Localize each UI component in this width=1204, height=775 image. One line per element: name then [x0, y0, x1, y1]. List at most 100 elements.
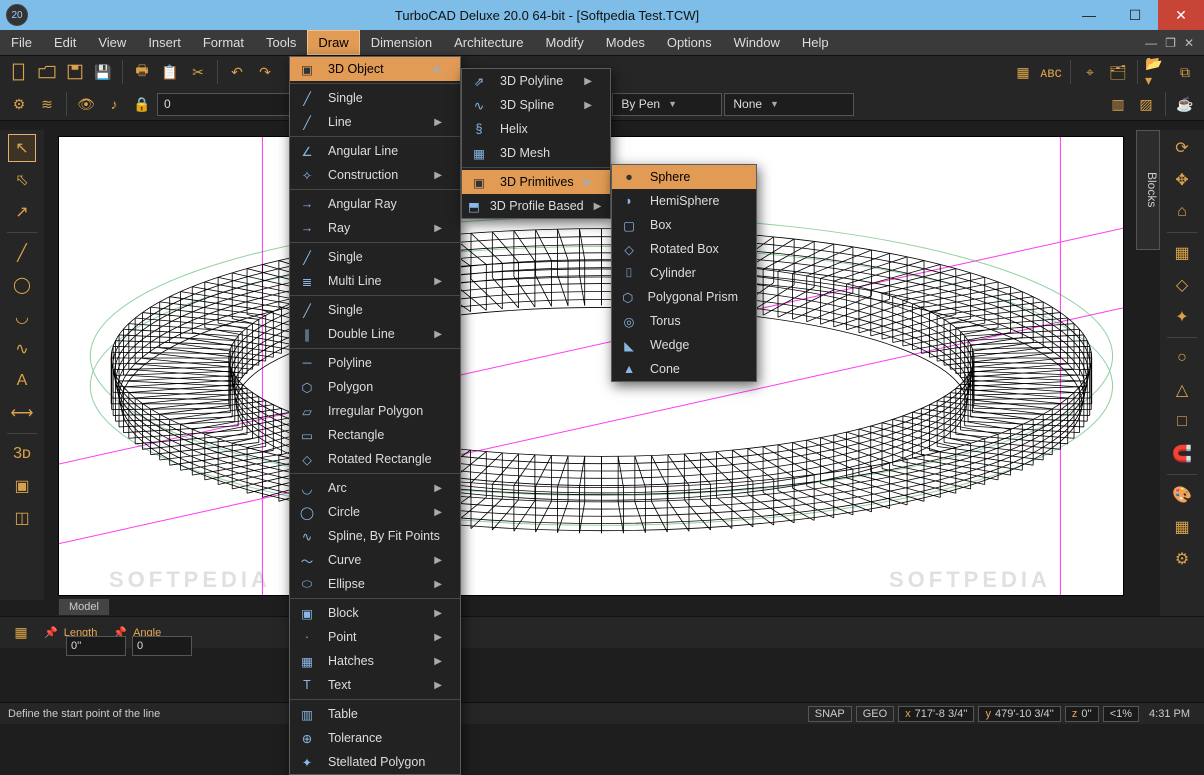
menu-item-polyline[interactable]: ─Polyline [290, 351, 460, 375]
eye-icon[interactable]: 👁 [73, 91, 99, 117]
lights-button[interactable]: ✦ [1168, 303, 1196, 331]
menu-item-3d-mesh[interactable]: ▦3D Mesh [462, 141, 610, 165]
pan-tool[interactable]: ✥ [1168, 166, 1196, 194]
pen-combo[interactable]: By Pen▼ [612, 93, 722, 116]
geo-toggle[interactable]: GEO [856, 706, 894, 722]
mdi-restore-button[interactable]: ❐ [1165, 36, 1176, 50]
new-file-button[interactable] [6, 59, 32, 85]
menu-options[interactable]: Options [656, 30, 723, 55]
inspector-grid-icon[interactable]: ▦ [8, 620, 34, 646]
print-button[interactable]: 🖶 [129, 59, 155, 85]
menu-insert[interactable]: Insert [137, 30, 192, 55]
menu-item-ray[interactable]: →Ray▶ [290, 216, 460, 240]
grid-toggle-button[interactable]: ▦ [1010, 59, 1036, 85]
menu-window[interactable]: Window [723, 30, 791, 55]
menu-item-irregular-polygon[interactable]: ▱Irregular Polygon [290, 399, 460, 423]
menu-item-3d-object[interactable]: ▣3D Object▶ [290, 57, 460, 81]
menu-format[interactable]: Format [192, 30, 255, 55]
menu-item-polygon[interactable]: ⬡Polygon [290, 375, 460, 399]
menu-item-single[interactable]: ╱Single [290, 86, 460, 110]
menu-item-3d-spline[interactable]: ∿3D Spline▶ [462, 93, 610, 117]
snap-toggle[interactable]: SNAP [808, 706, 852, 722]
menu-item-rotated-rectangle[interactable]: ◇Rotated Rectangle [290, 447, 460, 471]
menu-view[interactable]: View [87, 30, 137, 55]
coffee-icon[interactable]: ☕ [1172, 91, 1198, 117]
tab-model[interactable]: Model [58, 598, 110, 616]
menu-item-angular-ray[interactable]: →Angular Ray [290, 192, 460, 216]
settings-button[interactable]: ⚙ [6, 91, 32, 117]
window-maximize-button[interactable]: ☐ [1112, 0, 1158, 30]
menu-architecture[interactable]: Architecture [443, 30, 534, 55]
menu-item-single[interactable]: ╱Single [290, 245, 460, 269]
menu-item-3d-profile-based[interactable]: ⬒3D Profile Based▶ [462, 194, 610, 218]
menu-item-multi-line[interactable]: ≣Multi Line▶ [290, 269, 460, 293]
render-button[interactable]: ◇ [1168, 271, 1196, 299]
abc-button[interactable]: ᴀʙᴄ [1038, 59, 1064, 85]
pattern-1-button[interactable]: ▥ [1105, 91, 1131, 117]
menu-item-wedge[interactable]: ◣Wedge [612, 333, 756, 357]
menu-item-ellipse[interactable]: ⬭Ellipse▶ [290, 572, 460, 596]
menu-item-hemisphere[interactable]: ◗HemiSphere [612, 189, 756, 213]
open-library-button[interactable]: 📂▾ [1144, 59, 1170, 85]
line-tool[interactable]: ╱ [8, 239, 36, 267]
menu-help[interactable]: Help [791, 30, 840, 55]
layers-button[interactable]: ≋ [34, 91, 60, 117]
snap-center-icon[interactable]: ○ [1168, 344, 1196, 372]
menu-file[interactable]: File [0, 30, 43, 55]
length-field[interactable] [66, 636, 126, 656]
menu-item-rectangle[interactable]: ▭Rectangle [290, 423, 460, 447]
menu-item-cone[interactable]: ▲Cone [612, 357, 756, 381]
orbit-tool[interactable]: ⟳ [1168, 134, 1196, 162]
arc-tool[interactable]: ◡ [8, 303, 36, 331]
menu-item-sphere[interactable]: ●Sphere [612, 165, 756, 189]
window-minimize-button[interactable]: — [1066, 0, 1112, 30]
magnet-icon[interactable]: 🧲 [1168, 440, 1196, 468]
mdi-close-button[interactable]: ✕ [1184, 36, 1194, 50]
menu-tools[interactable]: Tools [255, 30, 307, 55]
menu-item-circle[interactable]: ◯Circle▶ [290, 500, 460, 524]
menu-item-point[interactable]: ·Point▶ [290, 625, 460, 649]
materials-button[interactable]: ▦ [1168, 239, 1196, 267]
layer-manager-button[interactable]: 🗂 [1105, 59, 1131, 85]
menu-modes[interactable]: Modes [595, 30, 656, 55]
menu-edit[interactable]: Edit [43, 30, 87, 55]
lock-icon[interactable]: 🔒 [129, 91, 155, 117]
menu-item-cylinder[interactable]: ⌷Cylinder [612, 261, 756, 285]
menu-modify[interactable]: Modify [535, 30, 595, 55]
menu-item-spline-by-fit-points[interactable]: ∿Spline, By Fit Points [290, 524, 460, 548]
menu-item-line[interactable]: ╱Line▶ [290, 110, 460, 134]
spline-tool[interactable]: ∿ [8, 335, 36, 363]
menu-item-stellated-polygon[interactable]: ✦Stellated Polygon [290, 750, 460, 774]
palette-button[interactable]: 🎨 [1168, 481, 1196, 509]
menu-draw[interactable]: Draw [307, 30, 359, 55]
pick-tool[interactable]: ↗ [8, 198, 36, 226]
dimension-tool[interactable]: ⟷ [8, 399, 36, 427]
circle-tool[interactable]: ◯ [8, 271, 36, 299]
save-all-button[interactable]: 💾 [90, 59, 116, 85]
block-manager-button[interactable]: ⧉ [1172, 59, 1198, 85]
menu-item-text[interactable]: TText▶ [290, 673, 460, 697]
menu-item-polygonal-prism[interactable]: ⬡Polygonal Prism [612, 285, 756, 309]
menu-item-table[interactable]: ▥Table [290, 702, 460, 726]
menu-dimension[interactable]: Dimension [360, 30, 443, 55]
3d-tool[interactable]: 3ᴅ [8, 440, 36, 468]
select-arrow-tool[interactable]: ⬁ [8, 166, 36, 194]
style-combo[interactable]: None▼ [724, 93, 854, 116]
grid-button[interactable]: ▦ [1168, 513, 1196, 541]
menu-item-box[interactable]: ▢Box [612, 213, 756, 237]
extrude-tool[interactable]: ◫ [8, 504, 36, 532]
undo-button[interactable]: ↶ [224, 59, 250, 85]
save-button[interactable] [62, 59, 88, 85]
redo-button[interactable]: ↷ [252, 59, 278, 85]
clipboard-button[interactable]: 📋 [157, 59, 183, 85]
side-panel-blocks-tab[interactable]: Blocks [1136, 130, 1160, 250]
mdi-minimize-button[interactable]: — [1145, 36, 1157, 50]
menu-item-arc[interactable]: ◡Arc▶ [290, 476, 460, 500]
settings-2-button[interactable]: ⚙ [1168, 545, 1196, 573]
cut-button[interactable]: ✂ [185, 59, 211, 85]
menu-item-double-line[interactable]: ∥Double Line▶ [290, 322, 460, 346]
snap-end-icon[interactable]: □ [1168, 408, 1196, 436]
menu-item-rotated-box[interactable]: ◇Rotated Box [612, 237, 756, 261]
menu-item-construction[interactable]: ✧Construction▶ [290, 163, 460, 187]
window-close-button[interactable]: ✕ [1158, 0, 1204, 30]
